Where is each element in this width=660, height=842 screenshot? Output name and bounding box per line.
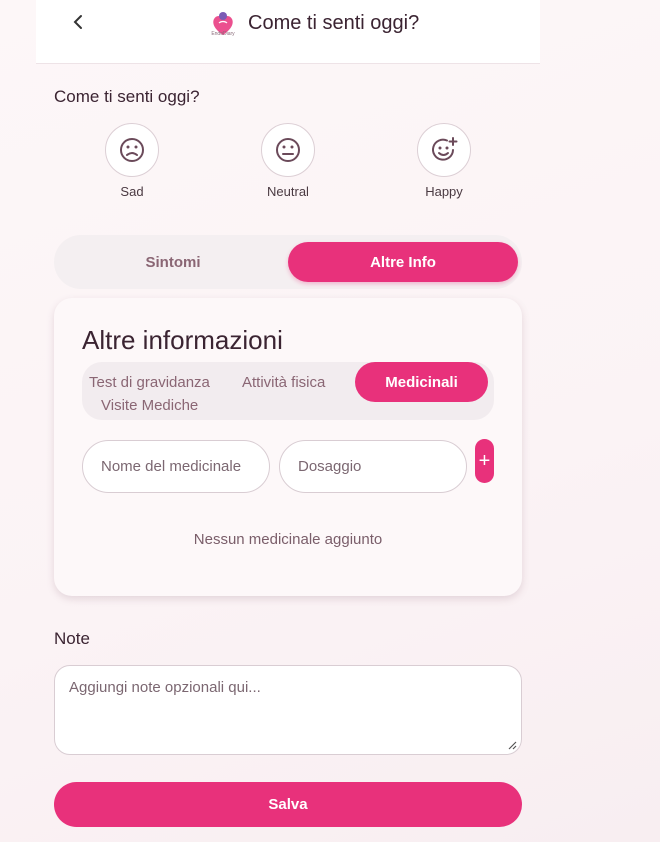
mood-button-happy[interactable]: [417, 123, 471, 177]
mood-entry-screen: EndoDiary Come ti senti oggi? Come ti se…: [0, 0, 660, 842]
subtab-visite-mediche[interactable]: Visite Mediche: [101, 397, 198, 414]
sad-face-icon: [120, 138, 144, 162]
mood-section-title: Come ti senti oggi?: [54, 87, 200, 106]
happy-face-plus-icon: [432, 137, 458, 161]
dosage-input[interactable]: Dosaggio: [279, 440, 467, 493]
mood-button-sad[interactable]: [105, 123, 159, 177]
tab-sintomi[interactable]: Sintomi: [60, 242, 286, 282]
mood-option-neutral[interactable]: Neutral: [248, 123, 328, 199]
card-title: Altre informazioni: [82, 325, 283, 355]
mood-button-neutral[interactable]: [261, 123, 315, 177]
add-medicine-button[interactable]: +: [475, 439, 494, 483]
neutral-face-icon: [276, 138, 300, 162]
subtab-attivita-fisica[interactable]: Attività fisica: [242, 374, 325, 391]
main-tab-bar: Sintomi Altre Info: [54, 235, 522, 289]
notes-textarea[interactable]: Aggiungi note opzionali qui...: [54, 665, 522, 755]
mood-option-sad[interactable]: Sad: [92, 123, 172, 199]
page-title: Come ti senti oggi?: [248, 12, 420, 34]
notes-placeholder: Aggiungi note opzionali qui...: [69, 679, 261, 696]
back-button[interactable]: [66, 10, 90, 34]
altre-informazioni-card: Altre informazioni Test di gravidanza At…: [54, 298, 522, 596]
tab-altre-info[interactable]: Altre Info: [288, 242, 518, 282]
save-button[interactable]: Salva: [54, 782, 522, 827]
medicine-name-input[interactable]: Nome del medicinale: [82, 440, 270, 493]
subtab-medicinali[interactable]: Medicinali: [355, 362, 488, 402]
mood-option-happy[interactable]: Happy: [404, 123, 484, 199]
notes-title: Note: [54, 629, 90, 648]
mood-label: Sad: [120, 184, 144, 199]
mood-label: Happy: [425, 184, 463, 199]
mood-label: Neutral: [267, 184, 309, 199]
chevron-left-icon: [73, 15, 82, 29]
empty-medicine-message: Nessun medicinale aggiunto: [193, 531, 383, 548]
resize-handle-icon[interactable]: [507, 740, 517, 750]
app-header: EndoDiary Come ti senti oggi?: [36, 0, 540, 64]
logo-text: EndoDiary: [211, 31, 235, 37]
info-subtab-bar: Test di gravidanza Attività fisica Medic…: [82, 362, 494, 420]
subtab-test-gravidanza[interactable]: Test di gravidanza: [89, 374, 210, 391]
